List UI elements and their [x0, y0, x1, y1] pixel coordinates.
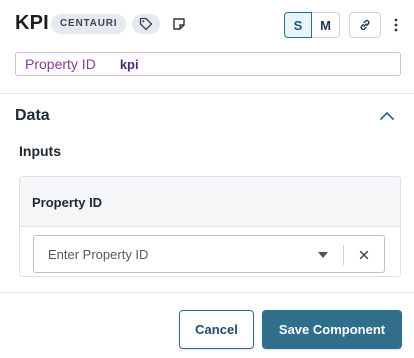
property-id-input-card: Property ID Enter Property ID — [19, 176, 401, 277]
select-separator — [343, 245, 344, 265]
environment-badge: CENTAURI — [51, 14, 127, 34]
component-header: KPI CENTAURI S M — [0, 0, 414, 50]
save-component-button[interactable]: Save Component — [262, 310, 402, 349]
component-title: KPI — [15, 12, 49, 34]
note-icon — [173, 18, 185, 30]
collapse-data-button[interactable] — [377, 108, 397, 124]
footer-divider — [0, 292, 414, 293]
chevron-up-icon — [380, 112, 394, 120]
note-button[interactable] — [170, 15, 188, 33]
size-medium-button[interactable]: M — [312, 12, 340, 38]
link-button[interactable] — [349, 12, 381, 38]
more-vertical-icon — [394, 18, 398, 32]
property-id-value: kpi — [119, 56, 139, 72]
data-section-title: Data — [15, 107, 50, 124]
cancel-button[interactable]: Cancel — [179, 310, 254, 349]
divider — [0, 93, 414, 94]
property-id-row[interactable]: Property ID kpi — [15, 52, 401, 76]
tag-icon — [139, 17, 153, 31]
size-small-button[interactable]: S — [284, 12, 312, 38]
card-header: Property ID — [20, 177, 400, 227]
clear-selection-button[interactable] — [356, 247, 372, 263]
property-id-select[interactable]: Enter Property ID — [33, 235, 385, 273]
inputs-heading: Inputs — [19, 143, 61, 159]
select-placeholder: Enter Property ID — [48, 247, 149, 262]
tag-button[interactable] — [132, 14, 160, 34]
card-title: Property ID — [32, 195, 103, 210]
more-options-button[interactable] — [389, 14, 403, 36]
caret-down-icon[interactable] — [318, 252, 328, 258]
property-id-label: Property ID — [25, 56, 96, 72]
close-icon — [359, 250, 369, 260]
link-icon — [360, 19, 370, 31]
size-toggle-group: S M — [284, 12, 340, 38]
